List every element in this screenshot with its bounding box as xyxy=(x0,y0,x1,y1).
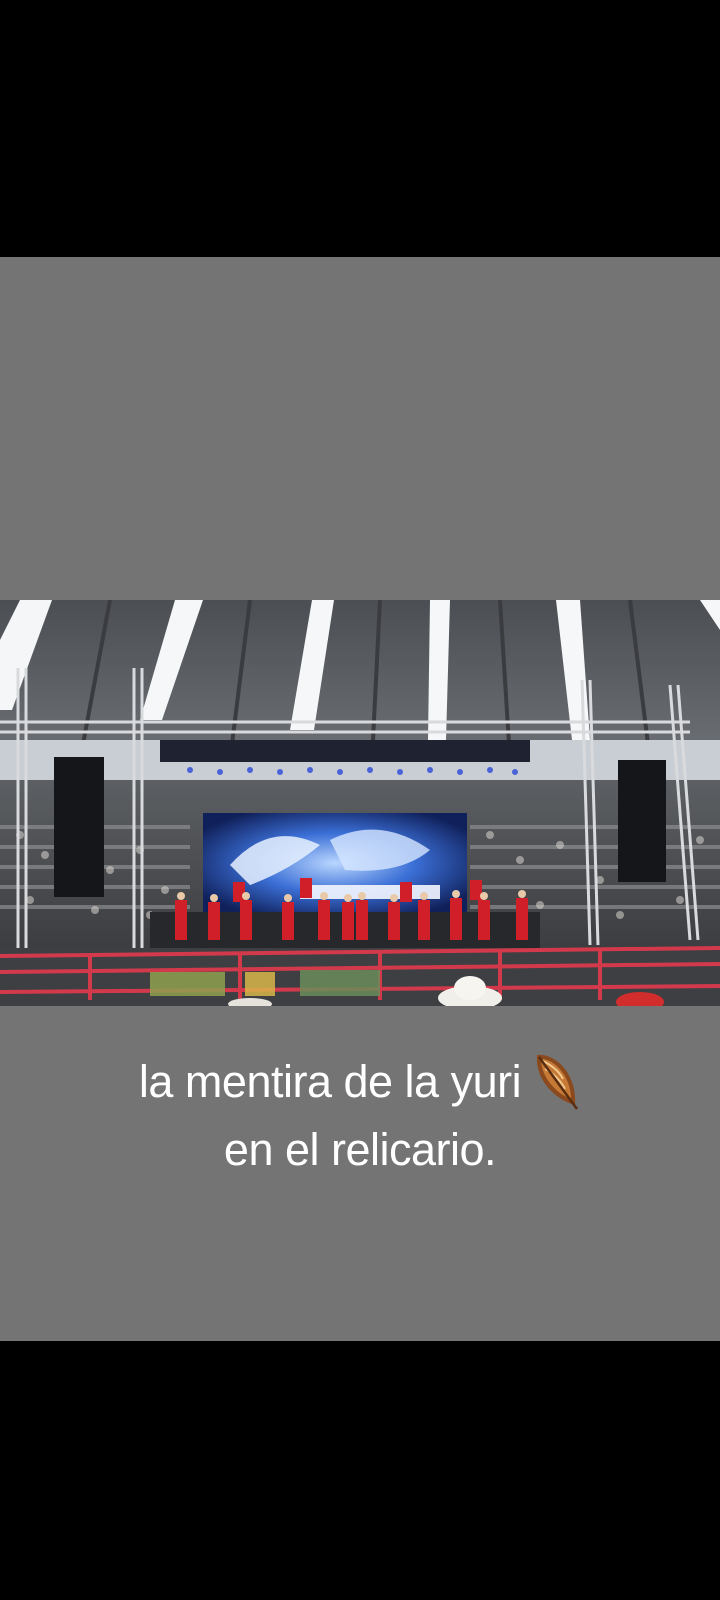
concert-photo xyxy=(0,600,720,1006)
top-letterbox xyxy=(0,0,720,257)
video-screen[interactable]: la mentira de la yuri en el relicario. xyxy=(0,0,720,1600)
caption-line-1: la mentira de la yuri xyxy=(0,1048,720,1116)
feather-icon xyxy=(536,1054,579,1110)
video-caption: la mentira de la yuri en el relicario. xyxy=(0,1048,720,1184)
bottom-letterbox xyxy=(0,1341,720,1600)
caption-line-2: en el relicario. xyxy=(223,1124,497,1175)
